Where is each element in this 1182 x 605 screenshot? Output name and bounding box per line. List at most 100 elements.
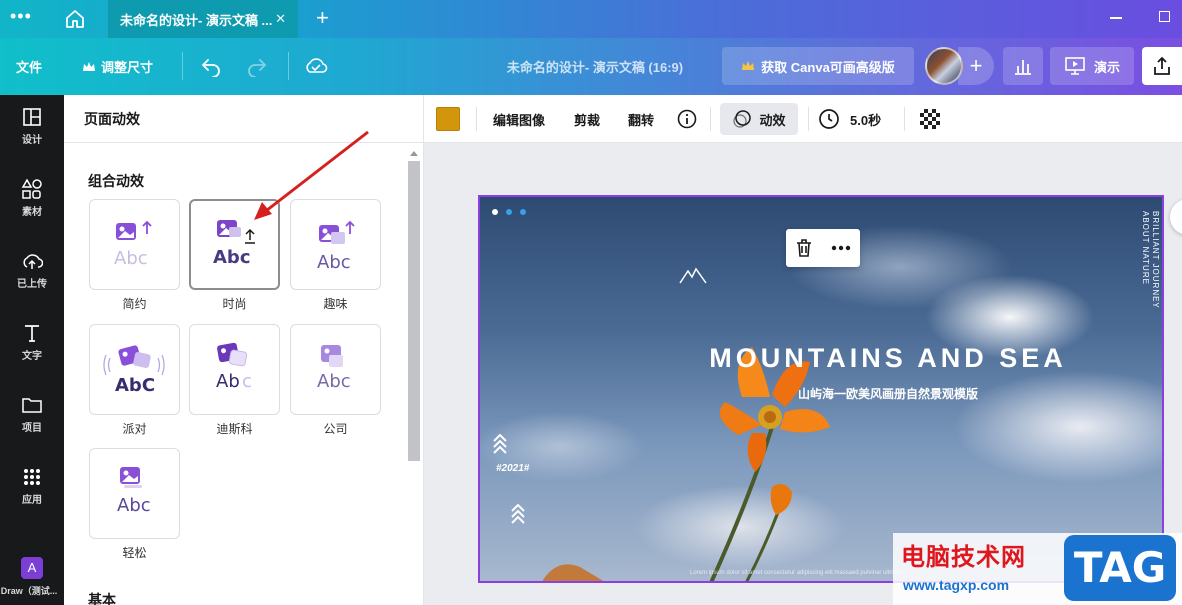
maximize-icon[interactable] — [1159, 11, 1170, 22]
cloud-saved-icon[interactable] — [304, 55, 328, 77]
svg-text:Abc: Abc — [117, 495, 151, 516]
chevron-up-icon — [511, 503, 525, 524]
animation-card-corporate[interactable]: Abc — [290, 324, 381, 415]
share-button[interactable] — [1142, 47, 1182, 85]
flip-button[interactable]: 翻转 — [628, 95, 654, 143]
crop-button[interactable]: 剪裁 — [574, 95, 600, 143]
home-icon[interactable] — [64, 8, 86, 30]
rail-item-text[interactable]: 文字 — [0, 311, 64, 373]
undo-icon[interactable] — [200, 55, 222, 77]
document-tab[interactable]: 未命名的设计- 演示文稿 ... ✕ — [108, 0, 298, 38]
animation-label: 轻松 — [122, 546, 147, 560]
trash-icon[interactable] — [795, 238, 813, 258]
animation-card-disco[interactable]: Ab c — [189, 324, 280, 415]
text-icon — [25, 324, 39, 342]
color-swatch[interactable] — [436, 107, 460, 131]
avatar[interactable] — [925, 47, 963, 85]
scroll-up-icon[interactable] — [410, 151, 418, 156]
present-label: 演示 — [1093, 59, 1120, 75]
crown-icon — [83, 61, 95, 71]
slide-dot — [492, 209, 498, 215]
draw-app-icon: A — [21, 557, 43, 579]
animation-card-relaxed[interactable]: Abc — [89, 448, 180, 539]
animation-label: 时尚 — [222, 297, 247, 311]
panel-scrollbar[interactable] — [408, 147, 420, 605]
edit-image-button[interactable]: 编辑图像 — [493, 95, 545, 143]
svg-text:c: c — [242, 371, 252, 392]
svg-text:Abc: Abc — [317, 371, 351, 392]
mountain-logo-icon — [679, 267, 707, 284]
watermark-tag-logo: TAG — [1064, 535, 1176, 601]
folder-icon — [22, 397, 42, 413]
design-page[interactable]: BRILLIANT JOURNEY ABOUT NATURE MOUNTAINS… — [478, 195, 1164, 583]
animation-preview-icon: Abc — [114, 220, 152, 269]
rail-label: 已上传 — [17, 278, 47, 290]
minimize-icon[interactable] — [1110, 17, 1122, 19]
svg-text:Abc: Abc — [213, 247, 251, 268]
svg-text:AbC: AbC — [115, 375, 155, 396]
title-bar: ••• 未命名的设计- 演示文稿 ... ✕ + — [0, 0, 1182, 38]
main-toolbar: 文件 调整尺寸 未命名的设计- 演示文稿 (16:9) 获取 Canva可画高级… — [0, 38, 1182, 95]
design-title[interactable]: MOUNTAINS AND SEA — [480, 343, 1162, 374]
shapes-icon — [21, 178, 42, 199]
redo-icon[interactable] — [246, 55, 268, 77]
insights-button[interactable] — [1003, 47, 1043, 85]
resize-button[interactable]: 调整尺寸 — [82, 38, 153, 95]
toolbar-divider — [808, 107, 809, 131]
clock-icon — [819, 109, 839, 129]
animation-panel: 页面动效 组合动效 Abc 简约 Abc 时尚 Abc 趣味 AbC 派对 Ab… — [64, 95, 424, 605]
animate-button[interactable]: 动效 — [720, 103, 798, 135]
animation-card-simple[interactable]: Abc — [89, 199, 180, 290]
watermark-url: www.tagxp.com — [903, 577, 1010, 593]
toolbar-divider — [182, 52, 183, 80]
rail-item-design[interactable]: 设计 — [0, 95, 64, 157]
page-nav-handle[interactable] — [1170, 199, 1182, 235]
animate-label: 动效 — [759, 112, 786, 128]
year-text[interactable]: #2021# — [496, 463, 529, 474]
animation-card-trendy[interactable]: Abc — [189, 199, 280, 290]
add-member-button[interactable]: + — [958, 47, 994, 85]
document-tab-title: 未命名的设计- 演示文稿 ... — [120, 12, 273, 28]
document-title[interactable]: 未命名的设计- 演示文稿 (16:9) — [480, 38, 710, 95]
toolbar-divider — [476, 107, 477, 131]
rail-item-projects[interactable]: 项目 — [0, 383, 64, 445]
upgrade-button[interactable]: 获取 Canva可画高级版 — [722, 47, 914, 85]
animation-label: 迪斯科 — [216, 422, 253, 436]
vertical-caption: BRILLIANT JOURNEY ABOUT NATURE — [1141, 211, 1160, 309]
resize-label: 调整尺寸 — [101, 60, 154, 75]
apps-icon — [24, 468, 40, 485]
animation-preview-icon: Abc — [117, 467, 151, 516]
side-rail: 设计 素材 已上传 文字 项目 应用 A Draw（测试... — [0, 95, 64, 605]
draw-app-label: Draw（测试... — [0, 586, 58, 596]
more-icon[interactable] — [831, 245, 851, 251]
animation-label: 公司 — [323, 422, 348, 436]
duration-button[interactable]: 5.0秒 — [818, 95, 881, 143]
transparency-icon[interactable] — [920, 109, 940, 129]
element-context-menu — [786, 229, 860, 267]
slide-dots — [492, 209, 526, 215]
animation-card-party[interactable]: AbC — [89, 324, 180, 415]
present-button[interactable]: 演示 — [1050, 47, 1134, 85]
rail-item-draw-app[interactable]: A Draw（测试... — [0, 557, 64, 605]
panel-title: 页面动效 — [64, 95, 424, 143]
rail-label: 文字 — [22, 350, 42, 362]
file-menu[interactable]: 文件 — [16, 38, 42, 95]
rail-item-uploads[interactable]: 已上传 — [0, 239, 64, 301]
animation-card-fun[interactable]: Abc — [290, 199, 381, 290]
chevron-up-icon — [493, 433, 507, 454]
more-menu-icon[interactable]: ••• — [10, 7, 34, 29]
rail-label: 设计 — [22, 134, 42, 146]
watermark: 电脑技术网 www.tagxp.com TAG — [893, 533, 1182, 605]
svg-text:Abc: Abc — [114, 248, 148, 269]
rail-label: 项目 — [22, 422, 42, 434]
scrollbar-thumb[interactable] — [408, 161, 420, 461]
animation-label: 趣味 — [323, 297, 348, 311]
layout-icon — [23, 107, 41, 126]
info-icon[interactable] — [677, 109, 697, 129]
new-tab-icon[interactable]: + — [316, 7, 329, 29]
rail-item-elements[interactable]: 素材 — [0, 167, 64, 229]
close-tab-icon[interactable]: ✕ — [275, 11, 286, 27]
duration-label: 5.0秒 — [850, 112, 882, 128]
rail-item-apps[interactable]: 应用 — [0, 455, 64, 517]
design-subtitle[interactable]: 山屿海一欧美风画册自然景观模版 — [480, 385, 1162, 402]
